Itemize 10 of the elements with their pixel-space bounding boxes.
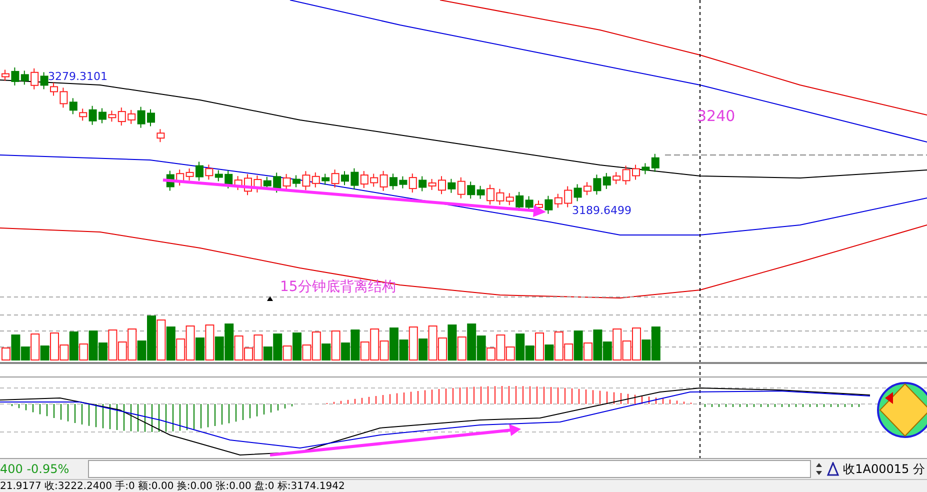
marker-icon [267, 296, 273, 301]
annotation-text: 15分钟底背离结构 [280, 279, 396, 295]
gann-logo-icon [877, 382, 927, 438]
price-label: 3279.3101 [48, 70, 108, 83]
price-label: 3240 [697, 107, 736, 125]
price-change-text: 400 -0.95% [0, 462, 70, 476]
stock-code-text: 收1A00015 分 [843, 460, 926, 478]
command-input-field[interactable] [88, 460, 812, 478]
price-label: 3189.6499 [572, 204, 632, 217]
spinner-icon[interactable] [815, 462, 824, 476]
